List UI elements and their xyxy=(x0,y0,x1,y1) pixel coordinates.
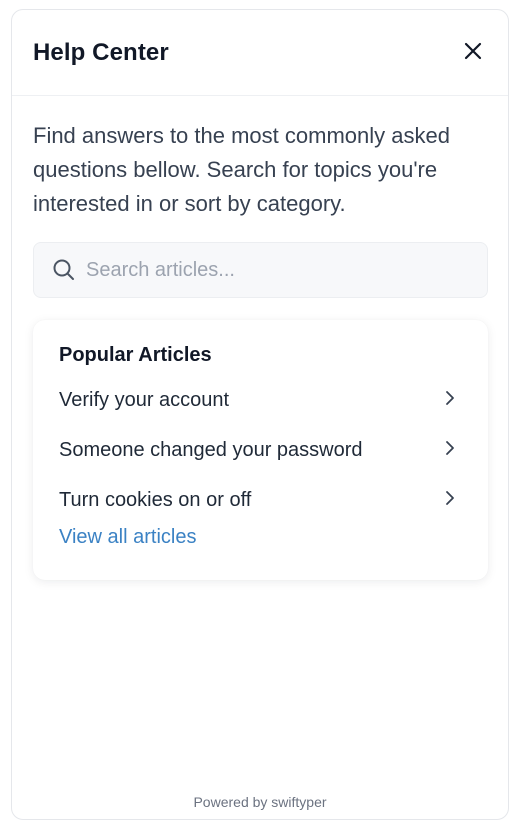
article-item-cookies[interactable]: Turn cookies on or off xyxy=(59,479,462,529)
panel-title: Help Center xyxy=(33,38,169,66)
close-button[interactable] xyxy=(458,36,488,66)
view-all-articles-link[interactable]: View all articles xyxy=(59,526,196,549)
search-icon xyxy=(52,258,76,282)
search-box[interactable] xyxy=(33,242,488,298)
popular-articles-title: Popular Articles xyxy=(59,344,212,366)
article-item-verify-account[interactable]: Verify your account xyxy=(59,379,462,429)
search-input[interactable] xyxy=(84,257,448,283)
intro-text: Find answers to the most commonly asked … xyxy=(33,123,450,216)
chevron-right-icon xyxy=(442,490,458,506)
powered-by-footer: Powered by swiftyper xyxy=(193,794,327,810)
panel-header: Help Center xyxy=(12,10,508,96)
article-label: Turn cookies on or off xyxy=(59,488,252,511)
article-item-password-changed[interactable]: Someone changed your password xyxy=(59,429,462,479)
article-label: Someone changed your password xyxy=(59,438,363,461)
popular-articles-card: Popular Articles Verify your account Som… xyxy=(33,320,488,580)
article-label: Verify your account xyxy=(59,388,230,411)
chevron-right-icon xyxy=(442,390,458,406)
chevron-right-icon xyxy=(442,440,458,456)
help-center-panel: Help Center Find answers to the most com… xyxy=(11,9,509,820)
close-icon xyxy=(464,42,482,59)
